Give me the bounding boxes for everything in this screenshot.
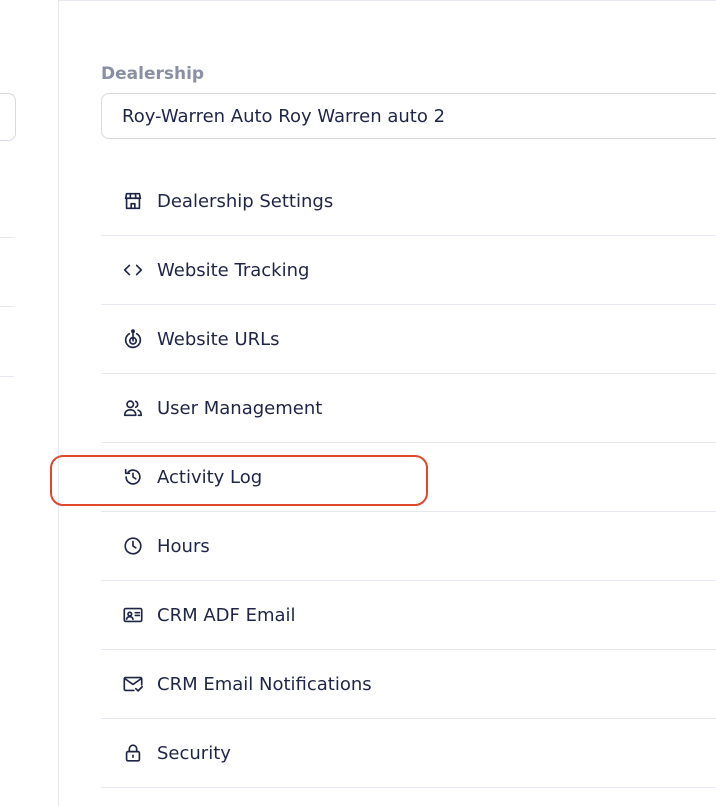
- left-panel-divider: [0, 306, 14, 307]
- menu-item-label: CRM ADF Email: [157, 604, 296, 626]
- menu-item-activity-log[interactable]: Activity Log: [101, 443, 716, 512]
- target-icon: [121, 327, 145, 351]
- users-icon: [121, 396, 145, 420]
- menu-item-security[interactable]: Security: [101, 719, 716, 788]
- dealership-select[interactable]: Roy-Warren Auto Roy Warren auto 2: [101, 93, 716, 139]
- clock-icon: [121, 534, 145, 558]
- menu-item-label: Security: [157, 742, 231, 764]
- menu-item-label: Website Tracking: [157, 259, 310, 281]
- left-panel: [0, 0, 59, 806]
- menu-item-label: Hours: [157, 535, 210, 557]
- code-icon: [121, 258, 145, 282]
- dealership-select-value: Roy-Warren Auto Roy Warren auto 2: [122, 105, 446, 127]
- menu-item-label: Website URLs: [157, 328, 280, 350]
- menu-item-dealership-settings[interactable]: Dealership Settings: [101, 167, 716, 236]
- menu-item-label: CRM Email Notifications: [157, 673, 372, 695]
- top-border: [58, 0, 716, 1]
- dealership-label: Dealership: [101, 64, 205, 84]
- menu-item-website-tracking[interactable]: Website Tracking: [101, 236, 716, 305]
- left-panel-input[interactable]: [0, 93, 16, 141]
- left-panel-divider: [0, 376, 14, 377]
- history-icon: [121, 465, 145, 489]
- menu-item-crm-email-notifications[interactable]: CRM Email Notifications: [101, 650, 716, 719]
- lock-icon: [121, 741, 145, 765]
- left-panel-divider: [0, 237, 14, 238]
- menu-item-label: User Management: [157, 397, 323, 419]
- id-card-icon: [121, 603, 145, 627]
- menu-item-crm-adf-email[interactable]: CRM ADF Email: [101, 581, 716, 650]
- settings-menu: Dealership Settings Website Tracking Web…: [101, 167, 716, 788]
- menu-item-website-urls[interactable]: Website URLs: [101, 305, 716, 374]
- menu-item-user-management[interactable]: User Management: [101, 374, 716, 443]
- mail-check-icon: [121, 672, 145, 696]
- menu-item-label: Dealership Settings: [157, 190, 334, 212]
- menu-item-label: Activity Log: [157, 466, 263, 488]
- storefront-icon: [121, 189, 145, 213]
- menu-item-hours[interactable]: Hours: [101, 512, 716, 581]
